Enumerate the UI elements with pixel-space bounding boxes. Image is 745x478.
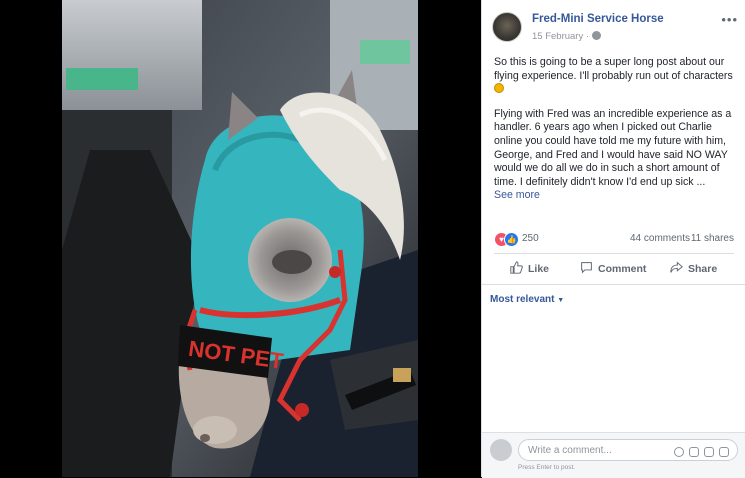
share-arrow-icon bbox=[670, 261, 683, 273]
sticker-icon[interactable] bbox=[719, 447, 729, 457]
comment-input[interactable]: Write a comment... bbox=[518, 439, 738, 461]
shares-count-link[interactable]: 11 shares bbox=[691, 233, 734, 244]
comment-sort-label: Most relevant bbox=[490, 294, 555, 305]
comment-bubble-icon bbox=[581, 262, 592, 274]
comment-composer: Write a comment... Press Enter to post. bbox=[482, 432, 745, 478]
emoji-picker-icon[interactable] bbox=[674, 447, 684, 457]
camera-icon[interactable] bbox=[689, 447, 699, 457]
share-button[interactable]: Share bbox=[670, 256, 717, 282]
emoji-icon bbox=[494, 83, 504, 94]
horse-photo-image: NOT PET bbox=[0, 0, 480, 477]
post-options-button[interactable]: ••• bbox=[721, 12, 738, 27]
comment-label: Comment bbox=[598, 263, 647, 275]
post-actions: Like Comment Share bbox=[494, 256, 734, 282]
reactions-count[interactable]: 250 bbox=[522, 233, 539, 244]
see-more-link[interactable]: See more bbox=[494, 189, 540, 201]
like-reaction-icon[interactable]: 👍 bbox=[504, 232, 519, 247]
comment-sort-dropdown[interactable]: Most relevant ▼ bbox=[490, 294, 564, 305]
share-label: Share bbox=[688, 263, 718, 275]
divider bbox=[494, 253, 734, 254]
post-paragraph-2: Flying with Fred was an incredible exper… bbox=[494, 107, 732, 188]
gif-icon[interactable] bbox=[704, 447, 714, 457]
like-label: Like bbox=[528, 263, 550, 275]
press-enter-hint: Press Enter to post. bbox=[518, 464, 576, 471]
post-date[interactable]: 15 February · bbox=[532, 31, 602, 42]
comment-button[interactable]: Comment bbox=[580, 256, 646, 282]
post-header: Fred-Mini Service Horse 15 February · ••… bbox=[492, 12, 740, 46]
user-avatar bbox=[490, 439, 512, 461]
divider bbox=[482, 284, 745, 285]
globe-icon bbox=[592, 31, 602, 40]
post-panel: Fred-Mini Service Horse 15 February · ••… bbox=[481, 0, 745, 478]
post-text: So this is going to be a super long post… bbox=[494, 56, 736, 203]
comment-tools bbox=[669, 444, 729, 457]
post-paragraph-1: So this is going to be a super long post… bbox=[494, 56, 733, 82]
comment-placeholder: Write a comment... bbox=[528, 445, 612, 456]
page-name-link[interactable]: Fred-Mini Service Horse bbox=[532, 13, 664, 25]
comments-count-link[interactable]: 44 comments bbox=[630, 233, 690, 244]
post-stats: ♥ 👍 250 44 comments 11 shares bbox=[494, 232, 734, 247]
like-button[interactable]: Like bbox=[510, 256, 549, 282]
caret-down-icon: ▼ bbox=[557, 297, 565, 304]
post-date-text[interactable]: 15 February bbox=[532, 31, 583, 42]
thumbs-up-icon bbox=[510, 261, 523, 274]
post-photo[interactable]: NOT PET bbox=[0, 0, 480, 477]
page-avatar[interactable] bbox=[492, 12, 522, 42]
